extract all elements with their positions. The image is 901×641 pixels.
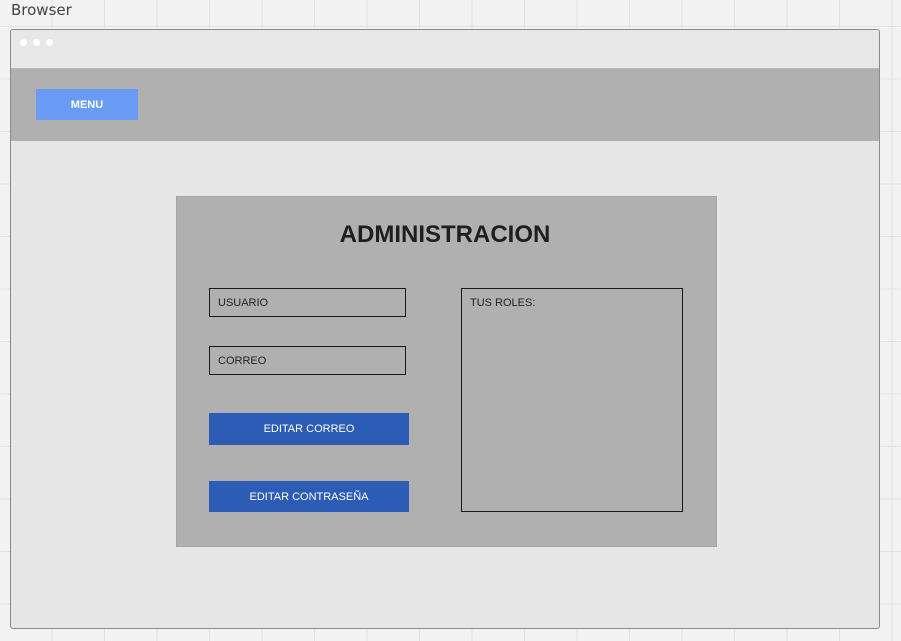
usuario-field[interactable]: USUARIO [209,288,406,317]
frame-title: Browser [11,1,72,19]
correo-field-placeholder: CORREO [218,354,267,367]
window-dot-icon [20,39,27,46]
window-dot-icon [46,39,53,46]
browser-titlebar [11,30,879,69]
roles-label: TUS ROLES: [470,297,536,309]
edit-password-button[interactable]: EDITAR CONTRASEÑA [209,481,409,512]
page-title: ADMINISTRACION [339,221,551,248]
window-dot-icon [33,39,40,46]
admin-panel: ADMINISTRACION USUARIO CORREO EDITAR COR… [176,196,717,547]
browser-window: MENU ADMINISTRACION USUARIO CORREO EDITA… [10,29,880,629]
usuario-field-placeholder: USUARIO [218,296,269,309]
roles-box: TUS ROLES: [461,288,683,512]
top-navbar: MENU [11,69,879,141]
correo-field[interactable]: CORREO [209,346,406,375]
edit-email-button[interactable]: EDITAR CORREO [209,413,409,445]
menu-button[interactable]: MENU [36,89,138,120]
